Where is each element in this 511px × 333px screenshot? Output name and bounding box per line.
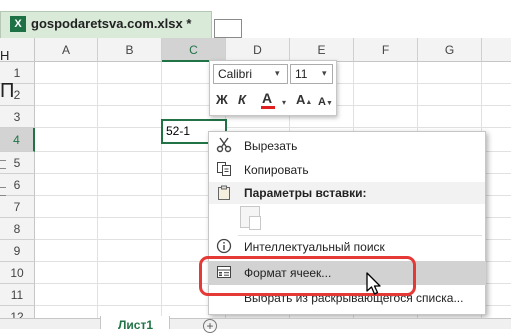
info-icon [215,238,233,257]
decrease-font-button[interactable]: А▼ [318,94,333,112]
cell-value: 52-1 [166,124,191,138]
column-header-f[interactable]: F [354,38,418,62]
sheet-tab-label[interactable]: Лист1 [118,319,153,331]
chevron-down-icon[interactable]: ▾ [282,95,286,111]
edge-decoration [0,187,6,196]
row-header-8[interactable]: 8 [0,218,35,240]
font-color-button[interactable]: А [262,90,272,106]
row-header-3[interactable]: 3 [0,106,35,128]
increase-font-button[interactable]: А▲ [296,92,312,111]
column-header-g[interactable]: G [418,38,482,62]
excel-file-icon: X [10,16,26,32]
chevron-down-icon[interactable]: ▾ [275,68,280,79]
row-header-4[interactable]: 4 [0,128,35,152]
copy-icon [215,161,233,180]
menu-item-copy[interactable]: Копировать [244,162,309,178]
mouse-pointer-icon [365,272,383,296]
row-header-11[interactable]: 11 [0,284,35,306]
clipboard-icon [249,216,261,230]
font-color-swatch [261,106,275,109]
column-header-d[interactable]: D [226,38,290,62]
menu-separator [238,235,482,236]
row-header-10[interactable]: 10 [0,262,35,284]
menu-item-smart-lookup[interactable]: Интеллектуальный поиск [244,239,385,255]
column-header-partial[interactable] [482,38,511,62]
italic-button[interactable]: К [238,92,246,108]
file-tab-name[interactable]: gospodaretsva.com.xlsx * [31,16,191,32]
bold-button[interactable]: Ж [216,92,228,108]
chevron-down-icon[interactable]: ▾ [322,68,327,79]
menu-paste-options-header: Параметры вставки: [244,186,367,200]
plus-icon[interactable]: + [203,319,217,333]
decrease-font-label: А [318,96,326,108]
font-name-value: Calibri [218,67,253,81]
new-tab-button[interactable] [214,19,242,38]
sheet-tab-bar [0,318,511,329]
row-header-7[interactable]: 7 [0,196,35,218]
edge-decoration [0,160,6,169]
font-size-value: 11 [295,67,308,81]
grid-line [35,127,511,128]
column-header-e[interactable]: E [290,38,354,62]
caret-down-icon: ▼ [325,100,333,107]
menu-item-cut[interactable]: Вырезать [244,138,297,154]
column-header-c[interactable]: C [162,38,226,62]
caret-up-icon: ▲ [305,99,313,106]
column-header-a[interactable]: A [35,38,98,62]
scissors-icon [215,137,233,156]
column-header-b[interactable]: B [98,38,162,62]
increase-font-label: А [296,92,306,107]
edge-text-fragment: Н [0,48,10,63]
row-header-9[interactable]: 9 [0,240,35,262]
highlight-annotation-box [199,256,416,296]
edge-text-fragment: П [0,80,15,102]
clipboard-icon [215,185,233,204]
